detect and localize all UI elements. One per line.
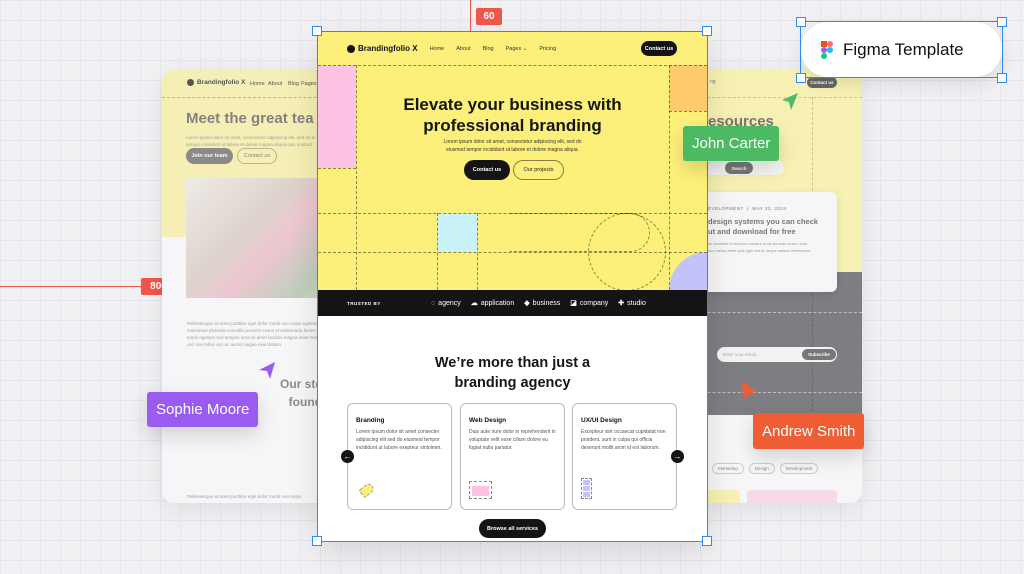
blog-post-card[interactable]: EVELOPMENT | MAY 22, 2024 design systems… <box>692 192 837 292</box>
selection-outline <box>317 31 708 542</box>
post-date: MAY 22, 2024 <box>752 206 787 211</box>
top-measure-badge: 60 <box>476 8 502 25</box>
left-contact-button[interactable]: Contact us <box>237 148 277 164</box>
cursor-label-andrew-smith: Andrew Smith <box>753 413 865 449</box>
resize-handle[interactable] <box>796 73 806 83</box>
resize-handle[interactable] <box>796 17 806 27</box>
tag-marketing[interactable]: Marketing <box>712 463 744 474</box>
join-team-button[interactable]: Join our team <box>186 148 233 164</box>
left-nav-home[interactable]: Home <box>250 81 265 87</box>
resize-handle[interactable] <box>702 26 712 36</box>
search-button[interactable]: Search <box>725 162 753 174</box>
tag-filter-bar: All Marketing Design Development <box>692 463 819 474</box>
cursor-label-sophie-moore: Sophie Moore <box>147 392 259 427</box>
left-nav-blog[interactable]: Blog <box>288 81 299 87</box>
badge-selection-outline <box>800 21 1003 78</box>
cursor-sophie-moore-icon <box>259 362 275 379</box>
right-nav-partial: ng <box>710 79 716 85</box>
left-brand-logo: Brandingfolio X <box>187 79 245 86</box>
left-title: Meet the great tea <box>186 110 314 127</box>
resize-handle[interactable] <box>997 73 1007 83</box>
post-category: EVELOPMENT <box>708 206 744 211</box>
cursor-john-carter-icon <box>782 93 798 110</box>
cursor-label-john-carter: John Carter <box>683 126 780 161</box>
resize-handle[interactable] <box>997 17 1007 27</box>
resize-handle[interactable] <box>702 536 712 546</box>
post-title: design systems you can check <box>708 217 819 226</box>
resize-handle[interactable] <box>312 26 322 36</box>
resize-handle[interactable] <box>312 536 322 546</box>
cursor-andrew-smith-icon <box>741 381 758 401</box>
left-nav-about[interactable]: About <box>268 81 282 87</box>
tag-development[interactable]: Development <box>779 463 819 474</box>
vertical-measure-line <box>470 0 471 31</box>
left-paragraph-2: Pellentesque sit amet porttitor eget dol… <box>187 494 302 499</box>
left-paragraph: Pellentesque sit amet porttitor eget dol… <box>187 321 326 347</box>
left-text: Lorem ipsum dolor sit amet, consectetur … <box>186 135 316 140</box>
left-nav-pages[interactable]: Pages <box>301 81 317 87</box>
post-title: ut and download for free <box>708 227 796 236</box>
subscribe-button[interactable]: Subscribe <box>802 349 836 360</box>
tag-design[interactable]: Design <box>748 463 775 474</box>
left-text: tempor incididunt ut labore et dolore ma… <box>186 142 312 147</box>
post-text: sus metus amet quis eget est ut neque ma… <box>708 247 812 253</box>
right-contact-button[interactable]: Contact us <box>807 77 837 88</box>
